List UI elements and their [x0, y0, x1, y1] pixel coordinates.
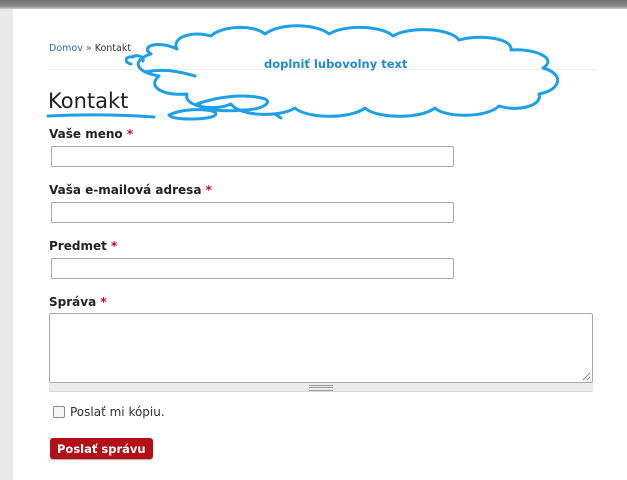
title-underline-mark — [46, 113, 156, 119]
subject-label-text: Predmet — [49, 239, 107, 253]
subject-input[interactable] — [51, 258, 454, 279]
page-title: Kontakt — [48, 89, 129, 113]
subject-required-mark: * — [111, 239, 118, 253]
email-label: Vaša e-mailová adresa * — [49, 183, 212, 197]
cloud-annotation-icon — [125, 24, 559, 121]
name-required-mark: * — [126, 127, 134, 141]
breadcrumb-separator: » — [85, 43, 92, 54]
name-label-text: Vaše meno — [49, 127, 123, 141]
message-textarea[interactable] — [49, 313, 593, 383]
send-copy-checkbox[interactable] — [53, 406, 65, 418]
send-message-button[interactable]: Poslať správu — [50, 438, 153, 459]
textarea-resize-grip-icon[interactable] — [580, 370, 591, 381]
annotation-text: doplniť lubovolny text — [264, 57, 408, 71]
subject-label: Predmet * — [49, 239, 117, 253]
email-required-mark: * — [205, 183, 212, 197]
email-input[interactable] — [51, 202, 454, 223]
send-copy-label[interactable]: Poslať mi kópiu. — [70, 405, 165, 419]
email-label-text: Vaša e-mailová adresa — [49, 183, 202, 197]
breadcrumb: Domov » Kontakt — [49, 43, 131, 54]
breadcrumb-home-link[interactable]: Domov — [49, 43, 83, 54]
message-required-mark: * — [100, 295, 107, 309]
name-input[interactable] — [51, 146, 454, 167]
textarea-resize-bar[interactable] — [49, 383, 593, 392]
message-label-text: Správa — [49, 295, 97, 309]
resize-handle-icon[interactable] — [309, 385, 333, 391]
message-label: Správa * — [49, 295, 107, 309]
name-label: Vaše meno * — [49, 127, 133, 141]
browser-top-shadow — [0, 0, 627, 9]
left-margin-strip — [0, 9, 13, 480]
